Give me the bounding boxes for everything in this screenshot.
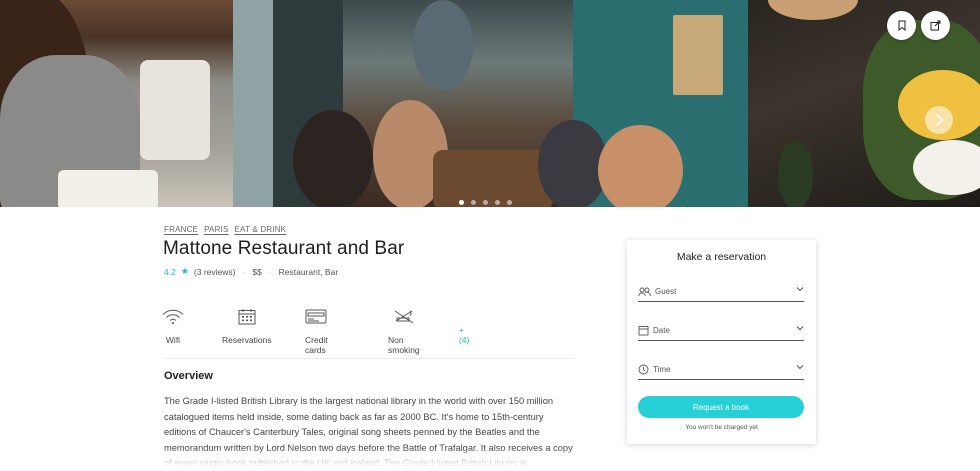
guest-select[interactable]: Guest	[638, 282, 804, 302]
bookmark-icon	[898, 20, 905, 31]
time-label: Time	[653, 365, 671, 374]
breadcrumb-eat-drink[interactable]: EAT & DRINK	[235, 225, 287, 234]
gallery-dot[interactable]	[507, 200, 512, 205]
amenity-label: Reservations	[222, 335, 272, 345]
page-title: Mattone Restaurant and Bar	[163, 238, 405, 259]
no-charge-note: You won't be charged yet	[685, 424, 758, 431]
meta-separator: ·	[268, 266, 272, 277]
listing-category: Restaurant, Bar	[278, 266, 339, 277]
gallery-image-2[interactable]	[233, 0, 748, 207]
wifi-icon	[162, 309, 184, 324]
no-smoking-icon	[394, 310, 414, 324]
amenity-credit-cards: Credit cards	[305, 308, 328, 355]
price-level: $$	[252, 266, 262, 277]
rating-score: 4.2	[164, 266, 176, 277]
more-amenities-link[interactable]: +(4)	[459, 325, 469, 345]
breadcrumb-paris[interactable]: PARIS	[204, 225, 228, 234]
request-book-button[interactable]: Request a book	[638, 396, 804, 418]
chevron-down-icon	[796, 287, 804, 292]
gallery-dot[interactable]	[471, 200, 476, 205]
gallery-next-button[interactable]	[925, 106, 953, 134]
section-divider	[164, 358, 575, 359]
gallery-dot[interactable]	[495, 200, 500, 205]
share-icon	[930, 20, 941, 31]
time-select[interactable]: Time	[638, 360, 804, 380]
guests-icon	[638, 287, 651, 296]
overview-heading: Overview	[164, 370, 213, 382]
meta-separator: ·	[242, 266, 246, 277]
breadcrumb-france[interactable]: FRANCE	[164, 225, 198, 234]
review-count[interactable]: (3 reviews)	[194, 267, 236, 277]
bookmark-button[interactable]	[887, 11, 916, 40]
amenity-reservations: Reservations	[222, 308, 272, 345]
calendar-icon	[238, 309, 256, 325]
amenity-wifi: Wifi	[162, 308, 184, 345]
reservation-card: Make a reservation Guest Date Time Reque…	[627, 240, 816, 444]
date-select[interactable]: Date	[638, 321, 804, 341]
chevron-right-icon	[936, 114, 943, 126]
share-button[interactable]	[921, 11, 950, 40]
guest-label: Guest	[655, 287, 677, 296]
gallery-dot[interactable]	[459, 200, 464, 205]
amenity-non-smoking: Non smoking	[388, 308, 420, 355]
gallery-image-1[interactable]	[0, 0, 233, 207]
gallery-pagination	[459, 200, 512, 205]
date-label: Date	[653, 326, 670, 335]
reservation-title: Make a reservation	[676, 251, 767, 263]
breadcrumb: FRANCE PARIS EAT & DRINK	[164, 225, 286, 234]
credit-card-icon	[305, 309, 327, 324]
gallery-dot[interactable]	[483, 200, 488, 205]
amenity-label: Non smoking	[388, 335, 420, 355]
listing-meta: 4.2 ★ (3 reviews) · $$ · Restaurant, Bar	[164, 266, 338, 277]
chevron-down-icon	[796, 326, 804, 331]
chevron-down-icon	[796, 365, 804, 370]
hero-gallery	[0, 0, 980, 207]
calendar-icon	[638, 326, 649, 336]
amenity-label: Credit cards	[305, 335, 328, 355]
star-icon: ★	[180, 266, 189, 276]
clock-icon	[638, 364, 649, 375]
text-fade-overlay	[164, 448, 584, 471]
amenity-label: Wifi	[165, 335, 181, 345]
